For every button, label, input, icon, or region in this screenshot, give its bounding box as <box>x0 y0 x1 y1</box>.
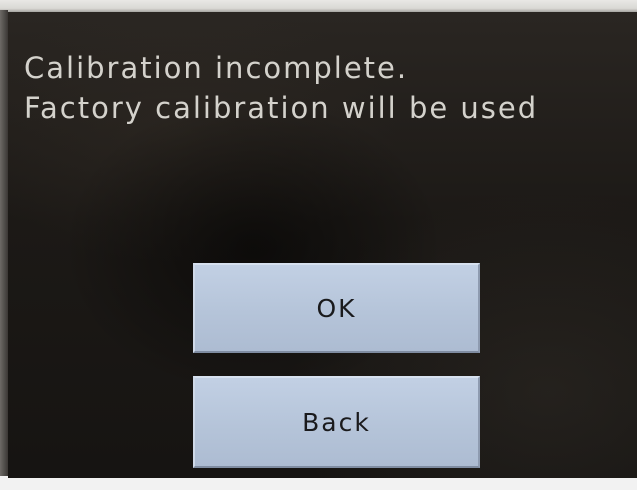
device-bezel-bottom <box>0 476 637 490</box>
back-button-label: Back <box>302 407 371 437</box>
message-line-calibration-incomplete: Calibration incomplete. <box>24 51 409 85</box>
ok-button-label: OK <box>316 293 357 323</box>
back-button[interactable]: Back <box>193 376 480 468</box>
ok-button[interactable]: OK <box>193 263 480 353</box>
touchscreen-display: Calibration incomplete. Factory calibrat… <box>8 12 637 478</box>
message-line-factory-calibration: Factory calibration will be used <box>24 91 539 125</box>
device-bezel-left <box>0 10 8 482</box>
calibration-message: Calibration incomplete. Factory calibrat… <box>24 48 538 128</box>
